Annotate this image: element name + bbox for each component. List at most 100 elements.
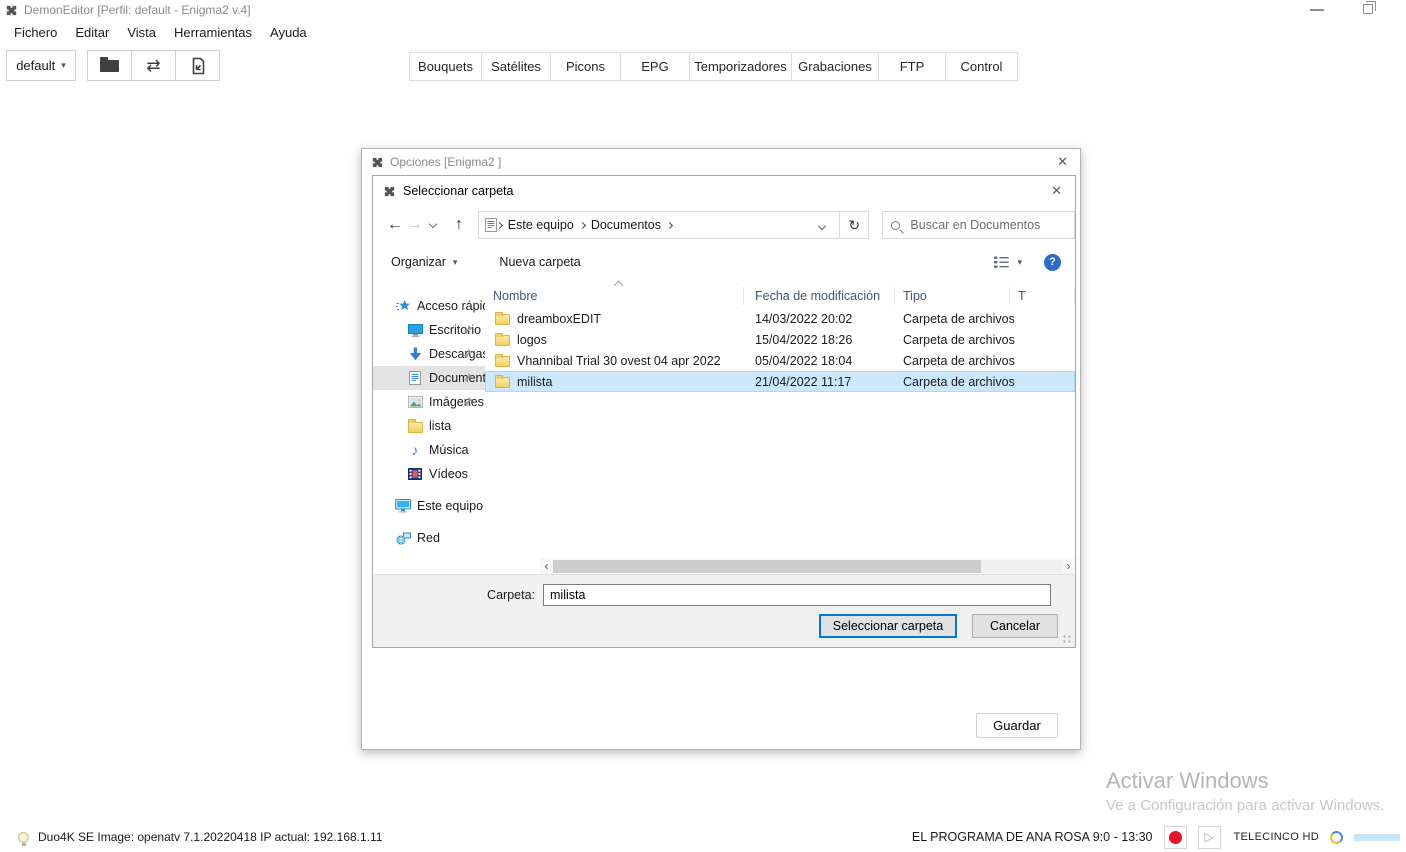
chevron-down-icon: ▾ [453, 257, 458, 268]
scroll-right-icon[interactable]: › [1062, 559, 1075, 573]
videos-icon [406, 468, 424, 480]
window-titlebar: DemonEditor [Perfil: default - Enigma2 v… [0, 0, 1406, 20]
menu-ayuda[interactable]: Ayuda [261, 23, 316, 42]
view-tabs: Bouquets Satélites Picons EPG Temporizad… [410, 52, 1018, 81]
restore-button[interactable] [1363, 4, 1373, 14]
playback-status: EL PROGRAMA DE ANA ROSA 9:0 - 13:30 ▷ TE… [912, 826, 1400, 849]
chevron-down-icon: ▾ [61, 60, 66, 71]
folder-icon [406, 420, 424, 433]
forward-button[interactable]: → [405, 216, 425, 234]
sidebar-musica[interactable]: ♪ Música [373, 438, 485, 462]
app-icon [5, 4, 18, 17]
window-title: DemonEditor [Perfil: default - Enigma2 v… [24, 3, 251, 17]
address-dropdown[interactable] [811, 218, 833, 232]
menu-editar[interactable]: Editar [66, 23, 118, 42]
scrollbar-track[interactable] [553, 560, 1062, 573]
menu-fichero[interactable]: Fichero [5, 23, 66, 42]
toolbar-group: ⇄ [88, 50, 220, 81]
tab-picons[interactable]: Picons [550, 52, 621, 81]
resize-grip[interactable] [1062, 634, 1072, 644]
horizontal-scrollbar[interactable]: ‹ › [540, 558, 1075, 574]
view-mode-button[interactable]: ▾ [994, 256, 1022, 269]
back-button[interactable]: ← [385, 216, 405, 234]
import-button[interactable] [175, 50, 220, 81]
profile-label: default [16, 58, 55, 73]
tab-control[interactable]: Control [945, 52, 1018, 81]
epg-progress-bar [1354, 834, 1400, 841]
sidebar-label: Documentos [429, 371, 485, 385]
file-row-milista[interactable]: milista 21/04/2022 11:17 Carpeta de arch… [485, 371, 1075, 392]
play-button[interactable]: ▷ [1198, 826, 1221, 849]
tab-temporizadores[interactable]: Temporizadores [689, 52, 792, 81]
file-row-logos[interactable]: logos 15/04/2022 18:26 Carpeta de archiv… [485, 329, 1075, 350]
sidebar-quick-access[interactable]: Acceso rápido [373, 294, 485, 318]
breadcrumb-this-pc[interactable]: Este equipo [502, 218, 580, 232]
menu-herramientas[interactable]: Herramientas [165, 23, 261, 42]
sidebar-escritorio[interactable]: Escritorio [373, 318, 485, 342]
history-dropdown-icon[interactable] [429, 219, 437, 227]
tab-grabaciones[interactable]: Grabaciones [791, 52, 879, 81]
file-row-dreamboxedit[interactable]: dreamboxEDIT 14/03/2022 20:02 Carpeta de… [485, 308, 1075, 329]
folder-name-input[interactable] [543, 584, 1051, 606]
sidebar-label: Imágenes [429, 395, 484, 409]
breadcrumb-documents[interactable]: Documentos [585, 218, 667, 232]
sidebar-videos[interactable]: Vídeos [373, 462, 485, 486]
scrollbar-thumb[interactable] [553, 560, 981, 573]
close-icon[interactable]: ✕ [1048, 183, 1065, 199]
sidebar-documentos[interactable]: Documentos [373, 366, 485, 390]
minimize-button[interactable] [1310, 9, 1324, 11]
search-input[interactable] [910, 218, 1060, 232]
navigation-bar: ← → ↑ Este equipo Documentos ↻ [373, 206, 1075, 244]
sidebar-label: lista [429, 419, 451, 433]
refresh-button[interactable]: ↻ [840, 211, 869, 239]
sidebar-lista[interactable]: lista [373, 414, 485, 438]
record-button[interactable] [1164, 826, 1187, 849]
sidebar-gap [373, 486, 485, 494]
sidebar-descargas[interactable]: Descargas [373, 342, 485, 366]
file-row-vhannibal[interactable]: Vhannibal Trial 30 ovest 04 apr 2022 05/… [485, 350, 1075, 371]
folder-icon [495, 335, 510, 346]
column-nombre[interactable]: Nombre [485, 287, 744, 305]
address-bar[interactable]: Este equipo Documentos [478, 211, 840, 239]
file-modified: 14/03/2022 20:02 [744, 312, 895, 326]
file-modified: 21/04/2022 11:17 [744, 375, 895, 389]
menu-vista[interactable]: Vista [118, 23, 165, 42]
profile-selector[interactable]: default ▾ [6, 50, 76, 81]
close-icon[interactable]: ✕ [1054, 154, 1071, 170]
column-extra[interactable]: T [1010, 287, 1075, 305]
sidebar-red[interactable]: Red [373, 526, 485, 550]
new-folder-button[interactable]: Nueva carpeta [499, 255, 580, 269]
import-file-icon [190, 57, 206, 75]
help-button[interactable]: ? [1044, 254, 1061, 271]
folder-label: Carpeta: [373, 588, 543, 602]
play-icon: ▷ [1204, 830, 1213, 844]
tab-epg[interactable]: EPG [620, 52, 690, 81]
cancel-button[interactable]: Cancelar [972, 614, 1058, 638]
transfer-button[interactable]: ⇄ [131, 50, 176, 81]
chevron-down-icon [818, 222, 826, 230]
tab-ftp[interactable]: FTP [878, 52, 946, 81]
sidebar-imagenes[interactable]: Imágenes [373, 390, 485, 414]
sidebar-este-equipo[interactable]: Este equipo [373, 494, 485, 518]
navigation-pane: Acceso rápido Escritorio Descargas [373, 280, 485, 558]
scroll-left-icon[interactable]: ‹ [540, 559, 553, 573]
organize-button[interactable]: Organizar ▾ [391, 255, 457, 269]
up-button[interactable]: ↑ [449, 216, 469, 234]
column-tipo[interactable]: Tipo [895, 287, 1010, 305]
breadcrumb-separator-icon [666, 221, 673, 228]
tab-bouquets[interactable]: Bouquets [409, 52, 482, 81]
file-type: Carpeta de archivos [895, 333, 1075, 347]
open-data-button[interactable] [87, 50, 132, 81]
file-name: milista [517, 375, 552, 389]
main-toolbar: default ▾ ⇄ [6, 50, 220, 81]
column-fecha[interactable]: Fecha de modificación [744, 287, 895, 305]
receiver-info: Duo4K SE Image: openatv 7.1.20220418 IP … [38, 830, 382, 844]
activation-watermark: Activar Windows Ve a Configuración para … [1106, 768, 1384, 814]
tab-satelites[interactable]: Satélites [481, 52, 551, 81]
select-folder-button[interactable]: Seleccionar carpeta [819, 614, 957, 638]
organize-label: Organizar [391, 255, 446, 269]
options-dialog: Opciones [Enigma2 ] ✕ Seleccionar carpet… [361, 148, 1081, 750]
app-icon [371, 156, 384, 169]
save-button[interactable]: Guardar [976, 713, 1058, 738]
record-icon [1169, 831, 1182, 844]
